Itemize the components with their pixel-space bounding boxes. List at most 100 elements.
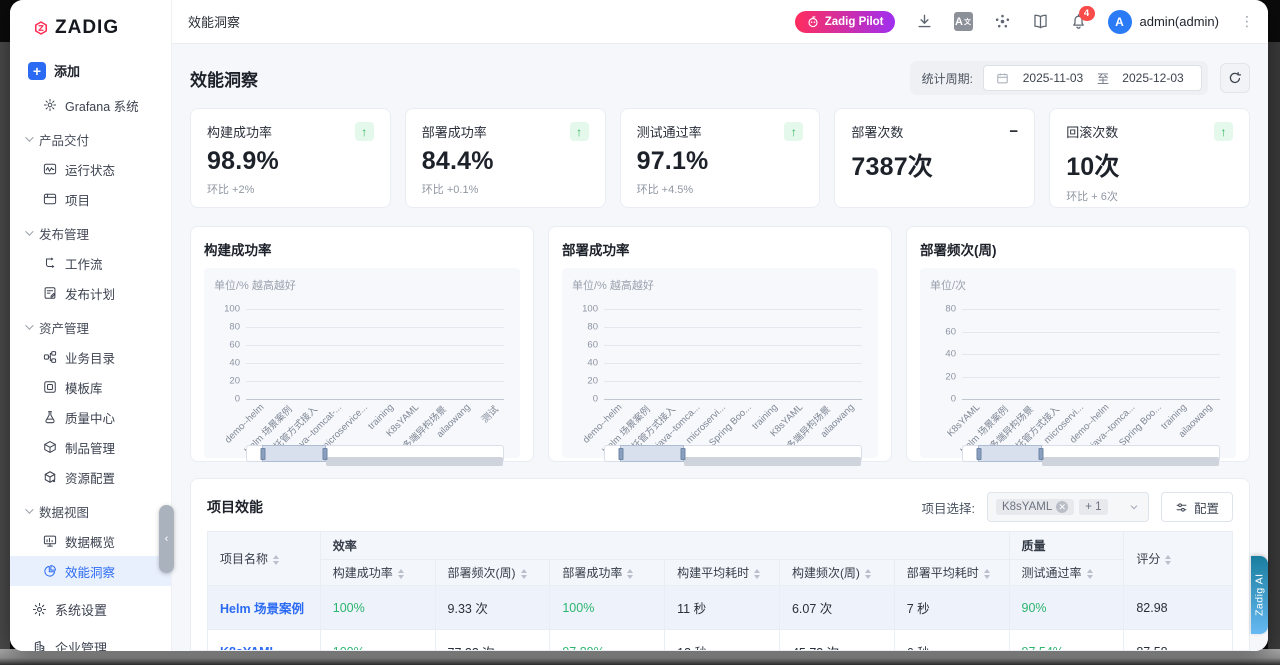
zoom-slider-window[interactable] <box>978 445 1042 462</box>
column-header-部署成功率[interactable]: 部署成功率 <box>550 560 665 586</box>
sidebar-item-label: 项目 <box>65 190 90 209</box>
sidebar-item-业务目录[interactable]: 业务目录 <box>10 342 171 372</box>
zoom-handle-left[interactable] <box>977 448 982 460</box>
sidebar-item-发布计划[interactable]: 发布计划 <box>10 278 171 308</box>
column-header-构建频次(周)[interactable]: 构建频次(周) <box>779 560 894 586</box>
sidebar-item-label: 工作流 <box>65 254 103 273</box>
more-menu-icon[interactable]: ⋮ <box>1240 13 1254 30</box>
sidebar-item-模板库[interactable]: 模板库 <box>10 372 171 402</box>
sidebar-group-数据视图[interactable]: 数据视图 <box>10 496 171 526</box>
more-projects-tag: + 1 <box>1079 499 1107 515</box>
sidebar-item-工作流[interactable]: 工作流 <box>10 248 171 278</box>
chevron-left-icon: ‹ <box>165 533 169 545</box>
sidebar-item-效能洞察[interactable]: 效能洞察 <box>10 556 171 586</box>
zoom-handle-left[interactable] <box>261 448 266 460</box>
username: admin(admin) <box>1140 14 1219 29</box>
y-axis-tick: 20 <box>572 376 598 387</box>
y-axis-tick: 40 <box>214 358 240 369</box>
column-header-项目名称[interactable]: 项目名称 <box>208 532 321 586</box>
user-menu[interactable]: A admin(admin) <box>1108 10 1219 34</box>
avatar: A <box>1108 10 1132 34</box>
column-header-部署频次(周)[interactable]: 部署频次(周) <box>435 560 550 586</box>
sidebar-group-产品交付[interactable]: 产品交付 <box>10 124 171 154</box>
chart-zoom-slider[interactable] <box>246 445 504 462</box>
add-button[interactable]: + 添加 <box>28 61 171 80</box>
kpi-value: 10次 <box>1066 147 1233 183</box>
period-control: 统计周期: 2025-11-03 至 2025-12-03 <box>910 61 1208 95</box>
project-select[interactable]: K8sYAML ✕ + 1 <box>987 492 1149 522</box>
zadig-ai-tab[interactable]: Zadig AI <box>1251 556 1268 634</box>
calendar-icon <box>996 72 1009 85</box>
sidebar-item-数据概览[interactable]: 数据概览 <box>10 526 171 556</box>
chart-zoom-slider[interactable] <box>962 445 1220 462</box>
kpi-card-部署次数: 部署次数−7387次 <box>834 108 1035 208</box>
zadig-logo-icon <box>34 21 48 35</box>
sidebar-item-企业管理[interactable]: 企业管理 <box>10 632 171 651</box>
kpi-value: 7387次 <box>851 147 1018 183</box>
zadig-pilot-button[interactable]: Zadig Pilot <box>795 11 895 33</box>
zoom-slider-window[interactable] <box>620 445 684 462</box>
sort-icon <box>984 569 990 579</box>
configure-button[interactable]: 配置 <box>1161 492 1233 522</box>
column-header-部署平均耗时[interactable]: 部署平均耗时 <box>894 560 1009 586</box>
integrations-dots-icon[interactable] <box>994 13 1011 30</box>
table-cell: 100% <box>320 630 435 652</box>
artifact-icon <box>43 440 57 454</box>
sidebar-item-label: 业务目录 <box>65 348 115 367</box>
sidebar-item-系统设置[interactable]: 系统设置 <box>10 594 171 624</box>
chevron-down-icon <box>25 505 33 513</box>
sidebar-group-资产管理[interactable]: 资产管理 <box>10 312 171 342</box>
project-performance-card: 项目效能 项目选择: K8sYAML ✕ + 1 <box>190 478 1250 651</box>
sidebar-item-Grafana 系统[interactable]: Grafana 系统 <box>10 90 171 120</box>
table-cell: 77.23 次 <box>435 630 550 652</box>
project-link-K8sYAML[interactable]: K8sYAML <box>208 630 321 652</box>
column-header-构建成功率[interactable]: 构建成功率 <box>320 560 435 586</box>
table-cell: 6.07 次 <box>779 586 894 630</box>
sidebar-item-质量中心[interactable]: 质量中心 <box>10 402 171 432</box>
refresh-button[interactable] <box>1220 63 1250 93</box>
date-range-input[interactable]: 2025-11-03 至 2025-12-03 <box>983 65 1202 91</box>
sidebar-item-label: 发布计划 <box>65 284 115 303</box>
zoom-handle-right[interactable] <box>1039 448 1044 460</box>
date-start[interactable]: 2025-11-03 <box>1017 71 1089 85</box>
selected-project-tag: K8sYAML ✕ <box>996 499 1074 515</box>
sidebar-group-发布管理[interactable]: 发布管理 <box>10 218 171 248</box>
pilot-robot-icon <box>806 15 820 29</box>
column-group-质量: 质量 <box>1009 532 1124 560</box>
remove-tag-icon[interactable]: ✕ <box>1056 501 1068 513</box>
date-end[interactable]: 2025-12-03 <box>1117 71 1189 85</box>
chart-subtitle: 单位/% 越高越好 <box>214 277 510 293</box>
insight-icon <box>43 564 57 578</box>
sidebar-collapse-handle[interactable]: ‹ <box>159 505 174 573</box>
sidebar-item-制品管理[interactable]: 制品管理 <box>10 432 171 462</box>
column-header-评分[interactable]: 评分 <box>1124 532 1233 586</box>
project-table-wrap: 项目名称效率质量评分构建成功率部署频次(周)部署成功率构建平均耗时构建频次(周)… <box>207 531 1233 651</box>
score-cell: 87.58 <box>1124 630 1233 652</box>
zadig-logo: ZADIG <box>10 0 171 45</box>
zoom-handle-right[interactable] <box>323 448 328 460</box>
resource-icon <box>43 470 57 484</box>
zoom-slider-window[interactable] <box>262 445 326 462</box>
sidebar-item-label: 效能洞察 <box>65 562 115 581</box>
y-axis-tick: 80 <box>930 304 956 315</box>
kpi-value: 98.9% <box>207 147 374 176</box>
sidebar-item-项目[interactable]: 项目 <box>10 184 171 214</box>
column-header-构建平均耗时[interactable]: 构建平均耗时 <box>665 560 780 586</box>
translate-icon[interactable]: A文 <box>954 12 973 31</box>
sidebar-item-运行状态[interactable]: 运行状态 <box>10 154 171 184</box>
y-axis-tick: 60 <box>572 340 598 351</box>
chart-zoom-slider[interactable] <box>604 445 862 462</box>
sort-icon <box>754 569 760 579</box>
bars <box>962 309 1220 399</box>
notifications-bell-icon[interactable]: 4 <box>1070 13 1087 30</box>
sidebar-item-label: 企业管理 <box>55 638 107 652</box>
download-icon[interactable] <box>916 13 933 30</box>
docs-book-icon[interactable] <box>1032 13 1049 30</box>
project-link-Helm 场景案例[interactable]: Helm 场景案例 <box>208 586 321 630</box>
zoom-handle-left[interactable] <box>619 448 624 460</box>
sort-icon <box>1087 569 1093 579</box>
column-header-测试通过率[interactable]: 测试通过率 <box>1009 560 1124 586</box>
sidebar-item-资源配置[interactable]: 资源配置 <box>10 462 171 492</box>
zoom-handle-right[interactable] <box>681 448 686 460</box>
enterprise-icon <box>32 640 47 652</box>
